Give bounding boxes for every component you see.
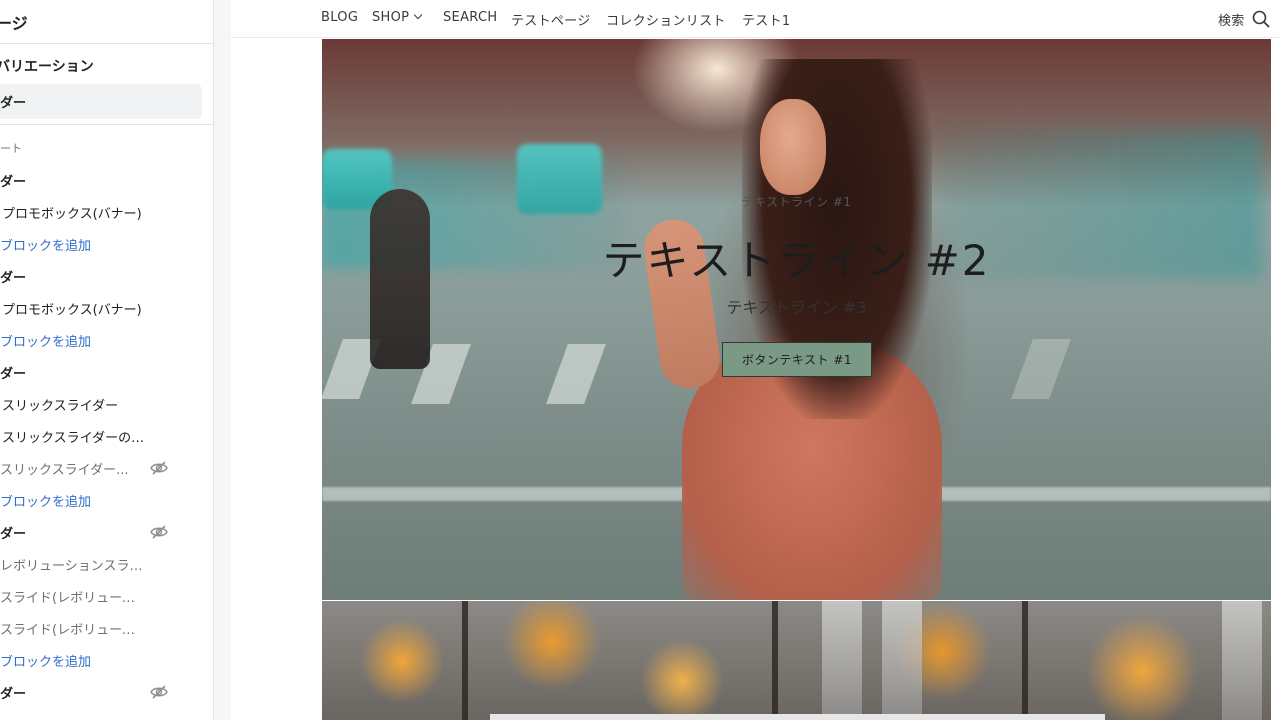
- sidebar-item[interactable]: ダー: [0, 676, 213, 708]
- selected-section-label: ダー: [0, 96, 27, 111]
- hero-cta-button[interactable]: ボタンテキスト #1: [722, 342, 872, 377]
- sidebar-item-label: プロモボックス(バナー): [2, 302, 142, 318]
- hero-heading: テキストライン #2: [602, 236, 991, 285]
- sidebar-item-label: ダー: [0, 526, 27, 542]
- app: ージ バリエーション ダー ートダープロモボックス(バナー)ブロックを追加ダープ…: [0, 0, 1280, 720]
- slide2-bg-building: [1222, 601, 1262, 720]
- sidebar-item[interactable]: ート: [0, 132, 213, 164]
- hero-text-line3: テキストライン #3: [726, 298, 867, 317]
- sidebar-item-label: スリックスライダー...: [0, 462, 129, 478]
- search-label[interactable]: 検索: [1218, 10, 1245, 29]
- add-block-link[interactable]: ブロックを追加: [0, 324, 213, 356]
- sidebar-title: ージ: [0, 13, 28, 33]
- slide2-bg-tree: [462, 601, 468, 720]
- sidebar-item-label: ダー: [0, 366, 27, 382]
- sidebar-item-label: スライド(レボリューションス...: [0, 590, 145, 606]
- nav-item-collection-list[interactable]: コレクションリスト: [606, 10, 726, 29]
- sidebar-item[interactable]: ダー: [0, 164, 213, 196]
- sidebar-item[interactable]: スライド(レボリューションス...: [0, 580, 213, 612]
- section-title: バリエーション: [0, 59, 94, 75]
- sidebar-item[interactable]: プロモボックス(バナー): [0, 292, 213, 324]
- sidebar-item-label: ブロックを追加: [0, 238, 92, 254]
- editor-sidebar: ージ バリエーション ダー ートダープロモボックス(バナー)ブロックを追加ダープ…: [0, 0, 214, 720]
- sidebar-item-label: ダー: [0, 686, 27, 702]
- sidebar-item[interactable]: スリックスライダー...: [0, 452, 213, 484]
- nav-item-test1[interactable]: テスト1: [742, 10, 790, 29]
- sidebar-divider: [0, 124, 213, 125]
- sidebar-item-label: レボリューションスライダー: [0, 558, 145, 574]
- slide2-bg-building: [822, 601, 862, 720]
- sidebar-item-label: ブロックを追加: [0, 494, 92, 510]
- add-block-link[interactable]: ブロックを追加: [0, 644, 213, 676]
- sidebar-item[interactable]: ダー: [0, 516, 213, 548]
- chevron-down-icon: [414, 10, 423, 20]
- eye-slash-icon[interactable]: [150, 460, 168, 476]
- sidebar-item-label: ート: [0, 142, 22, 155]
- second-slide: [322, 601, 1271, 720]
- sidebar-item-label: スリックスライダーのスライド: [2, 430, 147, 446]
- add-block-link[interactable]: ブロックを追加: [0, 484, 213, 516]
- sidebar-item[interactable]: ダー: [0, 260, 213, 292]
- hero-slide: テキストライン #1 テキストライン #2 テキストライン #3 ボタンテキスト…: [322, 39, 1271, 600]
- sidebar-item[interactable]: スリックスライダー: [0, 388, 213, 420]
- nav-item-shop[interactable]: SHOP: [372, 10, 423, 25]
- search-icon[interactable]: [1252, 10, 1270, 28]
- sidebar-item[interactable]: スライド(レボリューションス...: [0, 612, 213, 644]
- slide2-bg-tree: [772, 601, 778, 720]
- hero-bg-crosswalk: [546, 344, 606, 404]
- sidebar-item[interactable]: プロモボックス(バナー): [0, 196, 213, 228]
- selected-section-item[interactable]: ダー: [0, 84, 202, 119]
- hero-bg-crosswalk: [1011, 339, 1071, 399]
- sidebar-item-label: ダー: [0, 174, 27, 190]
- sidebar-item-label: スリックスライダー: [2, 398, 119, 414]
- sidebar-item-label: プロモボックス(バナー): [2, 206, 142, 222]
- eye-slash-icon[interactable]: [150, 524, 168, 540]
- sidebar-item-label: スライド(レボリューションス...: [0, 622, 145, 638]
- sidebar-item-label: ブロックを追加: [0, 654, 92, 670]
- sidebar-item[interactable]: レボリューションスライダー: [0, 548, 213, 580]
- sidebar-header: ージ: [0, 0, 213, 44]
- eye-slash-icon[interactable]: [150, 684, 168, 700]
- sidebar-item[interactable]: ダー: [0, 356, 213, 388]
- slide2-bg-building: [882, 601, 922, 720]
- hero-bg-figure-face: [760, 99, 826, 195]
- nav-item-test-page[interactable]: テストページ: [511, 10, 591, 29]
- slide2-bg-tree: [1022, 601, 1028, 720]
- slide2-content-bar: [490, 714, 1105, 720]
- sidebar-item-label: ダー: [0, 270, 27, 286]
- theme-preview: BLOG SHOP SEARCH テストページ コレクションリスト テスト1 検…: [231, 0, 1280, 720]
- hero-subheading: テキストライン #1: [741, 195, 852, 209]
- sidebar-item[interactable]: スリックスライダーのスライド: [0, 420, 213, 452]
- add-block-link[interactable]: ブロックを追加: [0, 228, 213, 260]
- top-navigation: BLOG SHOP SEARCH テストページ コレクションリスト テスト1 検…: [231, 0, 1280, 38]
- nav-item-search[interactable]: SEARCH: [443, 10, 497, 25]
- nav-item-shop-label: SHOP: [372, 10, 410, 25]
- nav-item-blog[interactable]: BLOG: [321, 10, 358, 25]
- sidebar-item-label: ブロックを追加: [0, 334, 92, 350]
